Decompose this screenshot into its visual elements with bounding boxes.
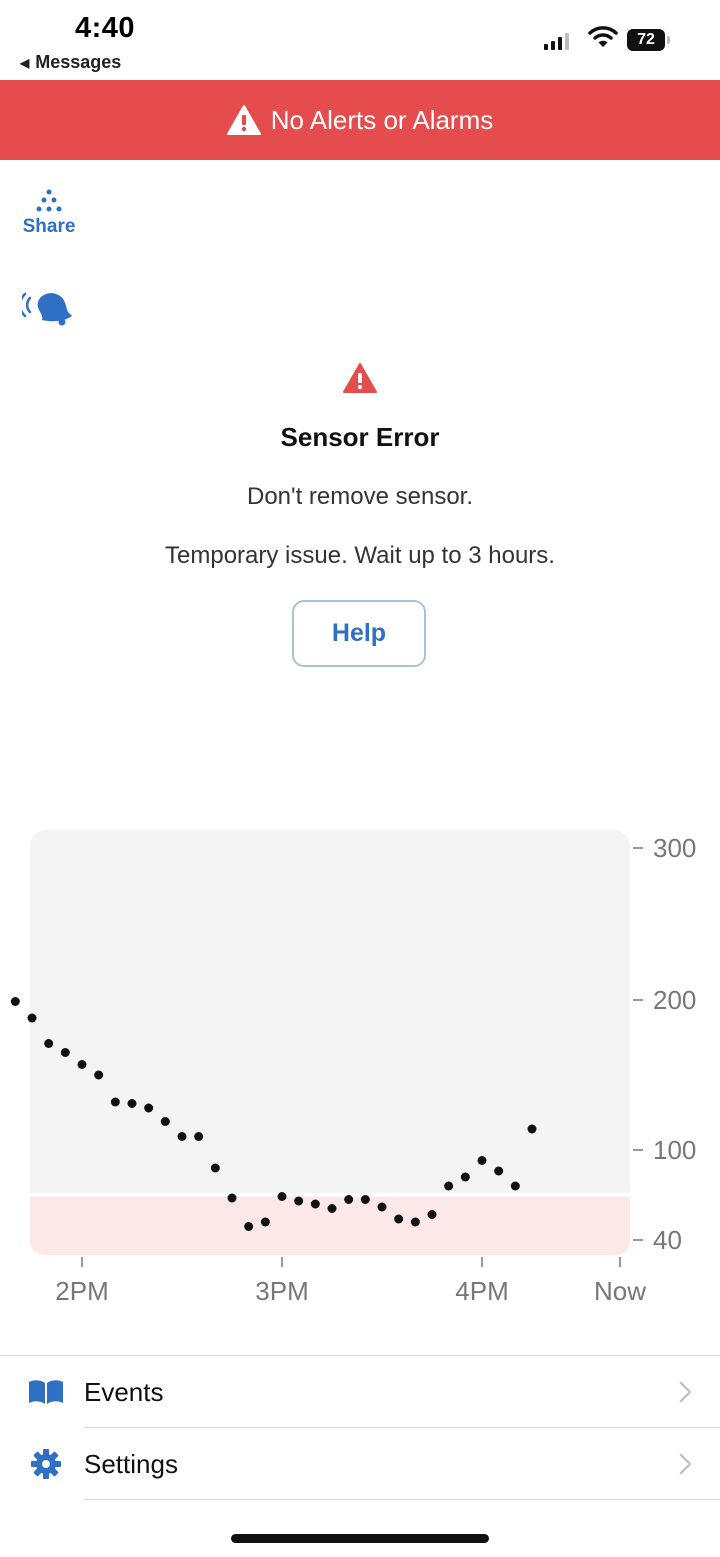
glucose-reading-point — [127, 1099, 137, 1108]
glucose-reading-point — [294, 1196, 304, 1206]
glucose-reading-point — [244, 1222, 254, 1231]
cellular-signal-icon — [544, 32, 569, 50]
glucose-reading-point — [210, 1163, 220, 1173]
glucose-reading-point — [510, 1181, 520, 1191]
glucose-reading-point — [77, 1060, 87, 1069]
glucose-reading-point — [144, 1103, 154, 1113]
glucose-reading-point — [44, 1039, 54, 1048]
glucose-reading-point — [344, 1195, 354, 1204]
glucose-reading-point — [277, 1192, 287, 1201]
chevron-right-icon — [679, 1453, 692, 1475]
glucose-reading-point — [377, 1202, 387, 1212]
wifi-icon — [588, 26, 618, 47]
home-indicator — [231, 1534, 489, 1543]
banner-text: No Alerts or Alarms — [270, 104, 494, 135]
glucose-reading-point — [94, 1070, 104, 1080]
book-icon — [29, 1380, 63, 1404]
events-row[interactable]: Events — [0, 1356, 720, 1428]
ringing-bell-icon[interactable] — [22, 288, 76, 328]
x-tick-label: 3PM — [255, 1276, 308, 1306]
settings-label: Settings — [84, 1448, 178, 1479]
sensor-error-detail: Temporary issue. Wait up to 3 hours. — [165, 542, 555, 569]
battery-icon: 72 — [627, 28, 671, 52]
alerts-banner[interactable]: No Alerts or Alarms — [0, 80, 720, 160]
back-to-messages-link[interactable]: ◀ Messages — [20, 52, 121, 73]
glucose-reading-point — [110, 1097, 120, 1107]
warning-icon — [226, 105, 261, 135]
divider — [84, 1499, 720, 1500]
glucose-reading-point — [360, 1195, 370, 1204]
y-tick-label: 300 — [653, 833, 696, 863]
sensor-error-title: Sensor Error — [280, 422, 440, 452]
back-arrow-icon: ◀ — [20, 55, 30, 70]
events-label: Events — [84, 1376, 164, 1407]
glucose-reading-point — [527, 1124, 537, 1134]
x-tick-label: Now — [594, 1276, 646, 1306]
glucose-reading-point — [60, 1048, 70, 1057]
glucose-chart-svg: 300 200 100 40 2PM 3PM 4PM Now — [10, 830, 696, 1306]
share-button[interactable]: Share — [18, 188, 80, 238]
back-label: Messages — [35, 52, 122, 72]
glucose-reading-point — [27, 1013, 37, 1023]
glucose-reading-point — [427, 1210, 437, 1219]
glucose-reading-point — [327, 1204, 337, 1213]
glucose-reading-point — [477, 1156, 487, 1165]
glucose-reading-point — [494, 1166, 504, 1176]
y-tick-label: 100 — [653, 1135, 696, 1165]
glucose-reading-point — [260, 1217, 270, 1227]
x-tick-label: 4PM — [455, 1276, 508, 1306]
glucose-reading-point — [444, 1181, 454, 1191]
glucose-reading-point — [194, 1132, 204, 1141]
share-label: Share — [22, 216, 76, 237]
help-button[interactable]: Help — [292, 600, 426, 667]
status-time: 4:40 — [75, 12, 136, 44]
glucose-reading-point — [160, 1117, 170, 1126]
sensor-error-message: Don't remove sensor. — [246, 483, 474, 510]
glucose-reading-point — [394, 1214, 404, 1224]
y-tick-label: 200 — [653, 985, 696, 1015]
glucose-reading-point — [310, 1199, 320, 1209]
share-dots-icon — [36, 189, 62, 212]
gear-icon — [31, 1449, 61, 1479]
battery-level: 72 — [627, 29, 665, 51]
settings-row[interactable]: Settings — [0, 1428, 720, 1500]
glucose-reading-point — [177, 1132, 187, 1141]
chart-background — [30, 830, 630, 1255]
glucose-reading-point — [460, 1172, 470, 1182]
glucose-reading-point — [10, 997, 20, 1006]
x-tick-label: 2PM — [55, 1276, 108, 1306]
glucose-chart[interactable]: 300 200 100 40 2PM 3PM 4PM Now — [0, 820, 720, 1320]
warning-triangle-icon — [343, 363, 377, 393]
glucose-reading-point — [410, 1217, 420, 1227]
y-tick-label: 40 — [653, 1225, 682, 1255]
chevron-right-icon — [679, 1381, 692, 1403]
low-range-band — [30, 1195, 630, 1255]
glucose-reading-point — [227, 1193, 237, 1203]
